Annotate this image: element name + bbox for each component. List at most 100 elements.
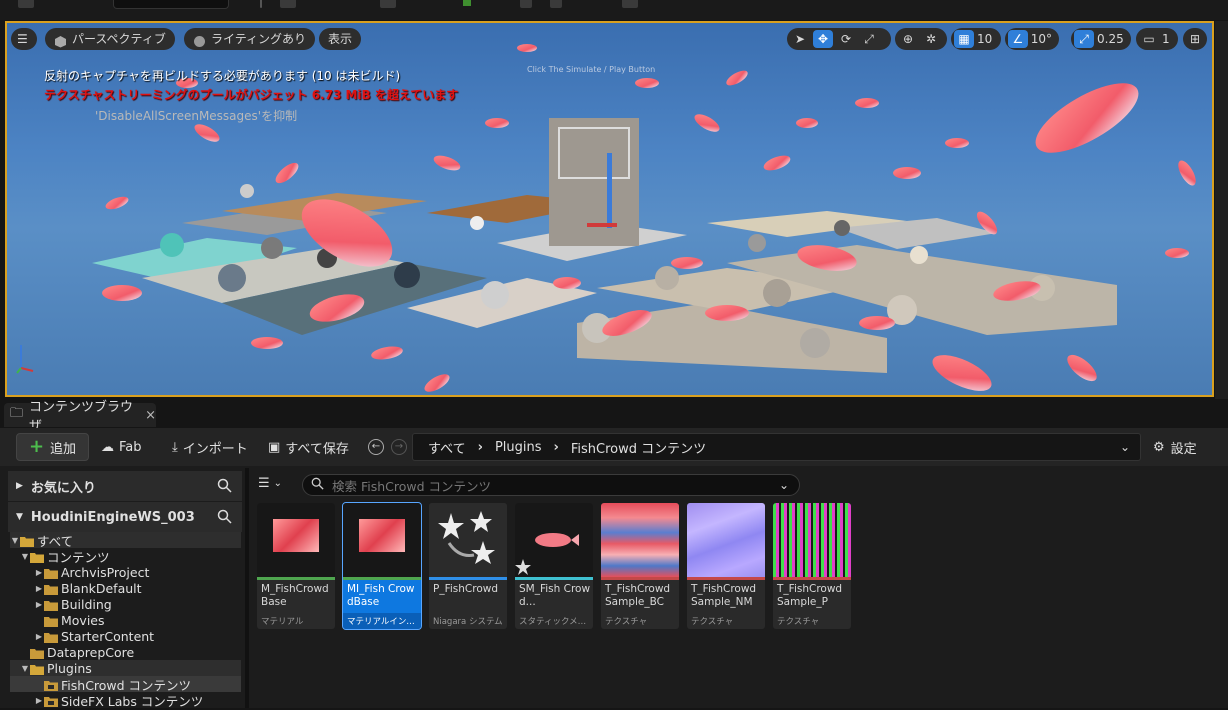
save-icon[interactable] <box>18 0 34 8</box>
search-icon[interactable] <box>217 509 232 528</box>
favorites-header[interactable]: ▶ お気に入り <box>8 471 242 501</box>
world-space-icon[interactable]: ⊕ <box>898 30 918 48</box>
rotate-tool-icon[interactable]: ⟳ <box>836 30 856 48</box>
tree-item-label: Building <box>61 596 112 612</box>
panel-splitter[interactable] <box>245 468 249 708</box>
layout-control[interactable]: ⊞ <box>1183 28 1207 50</box>
folder-tree: ▼ すべて ▼ コンテンツ ▶ ArchvisProject ▶ BlankDe… <box>10 532 241 709</box>
tree-item-label: BlankDefault <box>61 580 142 596</box>
rotation-snap-icon[interactable]: ∠ <box>1008 30 1028 48</box>
grid-snap-icon[interactable]: ▦ <box>954 30 974 48</box>
asset-tile-t-fishcrowdsample-nm[interactable]: T_FishCrowd Sample_NM テクスチャ <box>687 503 765 629</box>
asset-name: M_FishCrowd Base <box>261 583 329 608</box>
add-button[interactable]: + 追加 <box>16 433 89 461</box>
asset-type: Niagara システム <box>433 617 503 627</box>
lighting-button[interactable]: ライティングあり <box>184 28 316 50</box>
forward-icon[interactable]: → <box>391 439 407 455</box>
tree-item-sidefx[interactable]: ▶ SideFX Labs コンテンツ <box>10 692 241 709</box>
breadcrumb-item[interactable]: Plugins <box>495 440 542 455</box>
tree-item-content[interactable]: ▼ コンテンツ <box>10 548 241 565</box>
sphere <box>481 281 509 309</box>
save-all-button[interactable]: ▣ すべて保存 <box>268 433 349 461</box>
mode-dropdown[interactable] <box>113 0 229 9</box>
viewport-menu-button[interactable]: ☰ <box>11 28 37 50</box>
asset-search[interactable]: 検索 FishCrowd コンテンツ ⌄ <box>302 474 800 496</box>
import-button[interactable]: ⤓ インポート <box>172 433 248 461</box>
chevron-right-icon[interactable]: ▶ <box>34 632 44 641</box>
asset-tile-p-fishcrowd[interactable]: P_FishCrowd Niagara システム <box>429 503 507 629</box>
chevron-down-icon: ▼ <box>16 512 23 522</box>
eject-icon[interactable] <box>550 0 562 8</box>
folder-open-icon <box>30 551 44 563</box>
tree-item-all[interactable]: ▼ すべて <box>10 532 241 549</box>
plugin-folder-icon <box>44 679 58 691</box>
tree-item-building[interactable]: ▶ Building <box>10 596 241 612</box>
content-browser-tab[interactable]: 🗀 コンテンツブラウザ × <box>4 400 156 434</box>
asset-tile-t-fishcrowdsample-p[interactable]: T_FishCrowd Sample_P テクスチャ <box>773 503 851 629</box>
sphere <box>394 262 420 288</box>
tree-item-blankdefault[interactable]: ▶ BlankDefault <box>10 580 241 596</box>
rotation-snap-control[interactable]: ∠ 10° <box>1005 28 1059 50</box>
asset-tile-sm-fishcrowd[interactable]: SM_Fish Crowd... スタティックメッ... <box>515 503 593 629</box>
fab-button[interactable]: ☁ Fab <box>101 433 142 461</box>
breadcrumb-item[interactable]: すべて <box>428 438 466 457</box>
filter-button[interactable]: ☰ ⌄ <box>258 476 282 491</box>
translate-tool-icon[interactable]: ✥ <box>813 30 833 48</box>
chevron-down-icon[interactable]: ▼ <box>20 552 30 561</box>
asset-type-bar <box>257 577 335 580</box>
scale-snap-icon[interactable]: ⤢ <box>1074 30 1094 48</box>
show-button[interactable]: 表示 <box>319 28 362 50</box>
select-tool-icon[interactable]: ➤ <box>790 30 810 48</box>
project-label: HoudiniEngineWS_003 <box>30 509 195 525</box>
perspective-button[interactable]: パースペクティブ <box>45 28 175 50</box>
close-icon[interactable]: × <box>145 408 156 423</box>
chevron-right-icon[interactable]: ▶ <box>34 600 44 609</box>
back-icon[interactable]: ← <box>368 439 384 455</box>
chevron-right-icon[interactable]: ▶ <box>34 568 44 577</box>
sphere <box>834 220 850 236</box>
camera-speed-control[interactable]: ▭ 1 <box>1136 28 1178 50</box>
chevron-down-icon[interactable]: ▼ <box>20 664 30 673</box>
grid-snap-control[interactable]: ▦ 10 <box>951 28 1001 50</box>
tree-item-movies[interactable]: Movies <box>10 612 241 628</box>
asset-type: マテリアルインス... <box>347 617 421 627</box>
chevron-right-icon[interactable]: ▶ <box>34 584 44 593</box>
normal-map-thumbnail <box>687 503 765 577</box>
asset-tile-t-fishcrowdsample-bc[interactable]: T_FishCrowd Sample_BC テクスチャ <box>601 503 679 629</box>
chevron-down-icon[interactable]: ⌄ <box>779 478 789 492</box>
blueprint-icon[interactable] <box>280 0 296 8</box>
chevron-down-icon: ⌄ <box>273 478 283 489</box>
asset-tile-m-fishcrowdbase[interactable]: M_FishCrowd Base マテリアル <box>257 503 335 629</box>
settings-button[interactable]: ⚙ 設定 <box>1153 433 1197 461</box>
stop-icon[interactable] <box>520 0 532 8</box>
chevron-down-icon[interactable]: ▼ <box>10 536 20 545</box>
breadcrumb[interactable]: すべて › Plugins › FishCrowd コンテンツ ⌄ <box>412 433 1141 461</box>
scale-snap-control[interactable]: ⤢ 0.25 <box>1071 28 1131 50</box>
camera-icon[interactable]: ▭ <box>1139 30 1159 48</box>
layout-icon[interactable]: ⊞ <box>1186 30 1204 48</box>
sphere-icon <box>193 33 206 47</box>
search-icon[interactable] <box>217 478 232 497</box>
surface-snap-icon[interactable]: ✲ <box>921 30 941 48</box>
tree-item-dataprepcore[interactable]: DataprepCore <box>10 644 241 660</box>
level-viewport[interactable]: Click The Simulate / Play Button ☰ パースペク… <box>5 21 1214 397</box>
tree-item-archvis[interactable]: ▶ ArchvisProject <box>10 564 241 580</box>
settings-label: 設定 <box>1170 441 1197 457</box>
tree-item-startercontent[interactable]: ▶ StarterContent <box>10 628 241 644</box>
play-icon[interactable] <box>463 0 471 6</box>
asset-tile-mi-fishcrowdbase[interactable]: MI_Fish CrowdBase マテリアルインス... <box>342 502 422 630</box>
star-icon[interactable] <box>622 0 638 8</box>
chevron-down-icon[interactable]: ⌄ <box>1120 440 1130 454</box>
breadcrumb-item[interactable]: FishCrowd コンテンツ <box>571 438 706 457</box>
fish-mesh-icon <box>515 533 579 575</box>
search-input[interactable]: 検索 FishCrowd コンテンツ <box>332 476 491 495</box>
folder-icon <box>44 631 58 643</box>
cinematics-icon[interactable] <box>380 0 396 8</box>
chevron-right-icon[interactable]: ▶ <box>34 696 44 705</box>
filter-icon: ☰ <box>258 476 270 491</box>
gizmo-z-axis <box>607 153 612 228</box>
sphere <box>748 234 766 252</box>
scale-tool-icon[interactable]: ⤢ <box>859 30 879 48</box>
project-header[interactable]: ▼ HoudiniEngineWS_003 <box>8 502 242 532</box>
asset-type: テクスチャ <box>605 617 648 627</box>
